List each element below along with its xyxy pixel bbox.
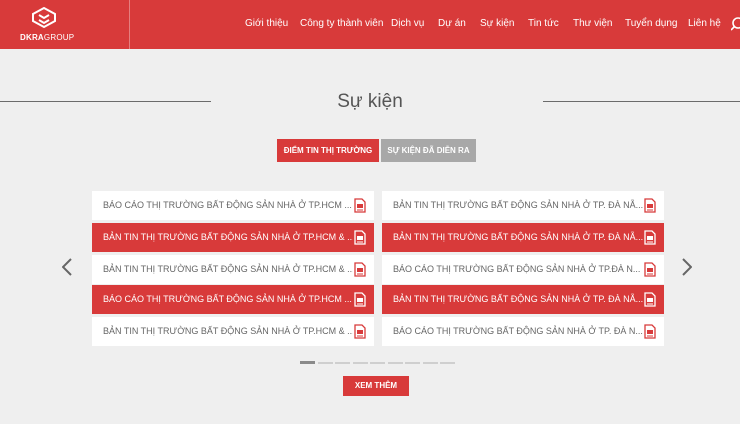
pagination-dot[interactable] (440, 362, 455, 364)
pagination-dot[interactable] (370, 362, 385, 364)
pagination-dot[interactable] (352, 362, 368, 364)
nav-item-tin-tuc[interactable]: Tin tức (528, 18, 559, 29)
list-item-title: BẢN TIN THỊ TRƯỜNG BẤT ĐỘNG SẢN NHÀ Ở TP… (103, 264, 353, 274)
list-item[interactable]: BÁO CÁO THỊ TRƯỜNG BẤT ĐỘNG SẢN NHÀ Ở TP… (92, 285, 374, 314)
list-item[interactable]: BẢN TIN THỊ TRƯỜNG BẤT ĐỘNG SẢN NHÀ Ở TP… (92, 255, 374, 284)
pdf-document-icon (354, 262, 366, 277)
list-item-title: BẢN TIN THỊ TRƯỜNG BẤT ĐỘNG SẢN NHÀ Ở TP… (393, 232, 643, 242)
pagination-dot[interactable] (335, 362, 350, 364)
see-more-button[interactable]: XEM THÊM (343, 376, 409, 396)
list-item-title: BÁO CÁO THỊ TRƯỜNG BẤT ĐỘNG SẢN NHÀ Ở TP… (393, 326, 643, 336)
list-item[interactable]: BÁO CÁO THỊ TRƯỜNG BẤT ĐỘNG SẢN NHÀ Ở TP… (92, 191, 374, 220)
list-item-title: BÁO CÁO THỊ TRƯỜNG BẤT ĐỘNG SẢN NHÀ Ở TP… (103, 294, 352, 304)
tab-su-kien-da-dien-ra[interactable]: SỰ KIỆN ĐÃ DIỄN RA (381, 139, 476, 162)
nav-item-tuyen-dung[interactable]: Tuyển dụng (625, 18, 677, 29)
pagination-dot[interactable] (387, 362, 403, 364)
pdf-document-icon (354, 198, 366, 213)
tab-diem-tin-thi-truong[interactable]: ĐIỂM TIN THỊ TRƯỜNG (277, 139, 379, 162)
pdf-document-icon (644, 324, 656, 339)
list-item-title: BẢN TIN THỊ TRƯỜNG BẤT ĐỘNG SẢN NHÀ Ở TP… (103, 326, 353, 336)
nav-item-cong-ty-thanh-vien[interactable]: Công ty thành viên (300, 18, 383, 29)
nav-item-dich-vu[interactable]: Dịch vụ (391, 18, 424, 29)
pdf-document-icon (354, 230, 366, 245)
nav-item-thu-vien[interactable]: Thư viện (573, 18, 613, 29)
nav-item-du-an[interactable]: Dự án (438, 18, 466, 29)
pagination-dot[interactable] (300, 361, 315, 364)
pdf-document-icon (644, 292, 656, 307)
section-title: Sự kiện (337, 91, 403, 112)
list-item-title: BẢN TIN THỊ TRƯỜNG BẤT ĐỘNG SẢN NHÀ Ở TP… (393, 294, 643, 304)
list-item[interactable]: BẢN TIN THỊ TRƯỜNG BẤT ĐỘNG SẢN NHÀ Ở TP… (92, 317, 374, 346)
list-item[interactable]: BẢN TIN THỊ TRƯỜNG BẤT ĐỘNG SẢN NHÀ Ở TP… (382, 285, 664, 314)
pdf-document-icon (644, 230, 656, 245)
list-item-title: BÁO CÁO THỊ TRƯỜNG BẤT ĐỘNG SẢN NHÀ Ở TP… (393, 264, 641, 274)
nav-item-lien-he[interactable]: Liên hệ (688, 18, 721, 29)
nav-item-gioi-thieu[interactable]: Giới thiệu (245, 18, 288, 29)
pagination-dot[interactable] (422, 362, 438, 364)
pagination-dot[interactable] (317, 362, 333, 364)
list-item[interactable]: BÁO CÁO THỊ TRƯỜNG BẤT ĐỘNG SẢN NHÀ Ở TP… (382, 255, 664, 284)
list-item-title: BẢN TIN THỊ TRƯỜNG BẤT ĐỘNG SẢN NHÀ Ở TP… (103, 232, 353, 242)
list-item[interactable]: BẢN TIN THỊ TRƯỜNG BẤT ĐỘNG SẢN NHÀ Ở TP… (382, 191, 664, 220)
nav-item-su-kien[interactable]: Sự kiện (480, 18, 515, 29)
list-item[interactable]: BẢN TIN THỊ TRƯỜNG BẤT ĐỘNG SẢN NHÀ Ở TP… (92, 223, 374, 252)
site-header: DKRAGROUP Giới thiệu Công ty thành viên … (0, 0, 740, 49)
pagination-dot[interactable] (405, 362, 420, 364)
chevron-right-icon[interactable] (682, 258, 692, 276)
list-item[interactable]: BÁO CÁO THỊ TRƯỜNG BẤT ĐỘNG SẢN NHÀ Ở TP… (382, 317, 664, 346)
pdf-document-icon (644, 262, 656, 277)
search-icon[interactable] (731, 17, 740, 31)
main-nav: Giới thiệu Công ty thành viên Dịch vụ Dự… (0, 0, 740, 49)
pdf-document-icon (644, 198, 656, 213)
chevron-left-icon[interactable] (62, 258, 72, 276)
pdf-document-icon (354, 324, 366, 339)
pdf-document-icon (354, 292, 366, 307)
list-item[interactable]: BẢN TIN THỊ TRƯỜNG BẤT ĐỘNG SẢN NHÀ Ở TP… (382, 223, 664, 252)
list-item-title: BÁO CÁO THỊ TRƯỜNG BẤT ĐỘNG SẢN NHÀ Ở TP… (103, 200, 352, 210)
list-item-title: BẢN TIN THỊ TRƯỜNG BẤT ĐỘNG SẢN NHÀ Ở TP… (393, 200, 643, 210)
